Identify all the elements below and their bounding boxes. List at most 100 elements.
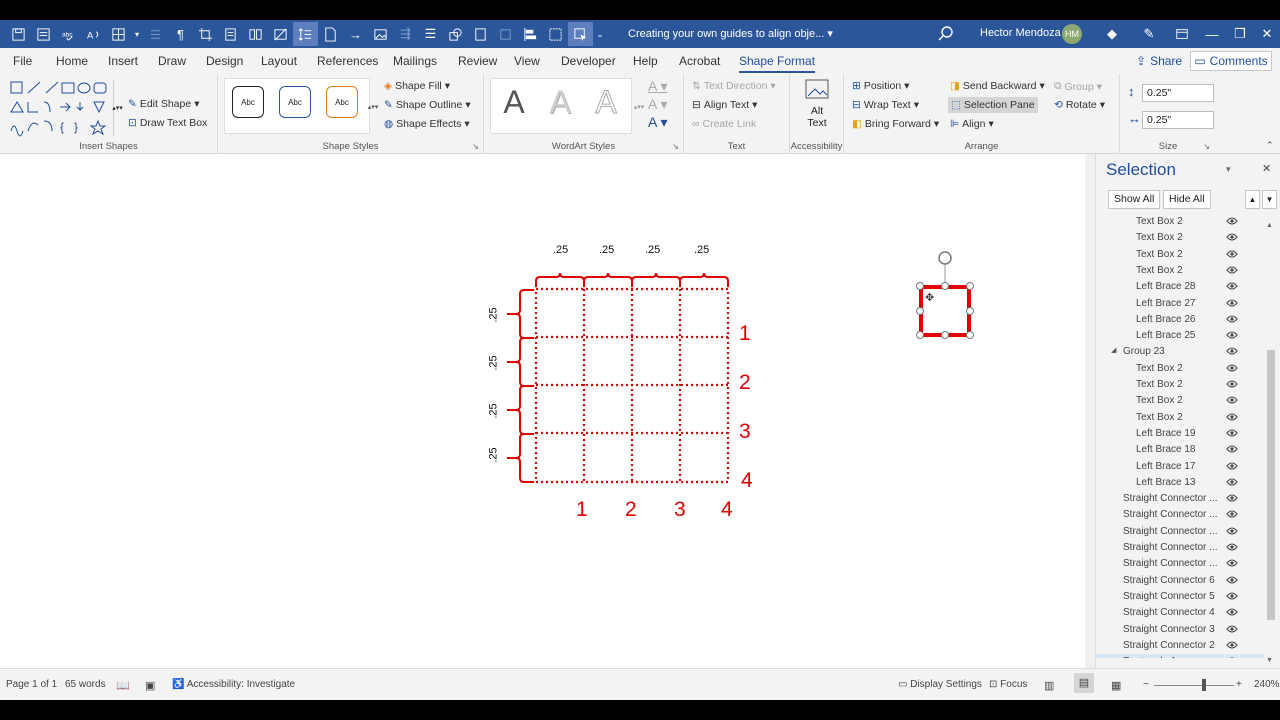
dotted-grid[interactable] xyxy=(534,287,730,484)
scroll-thumb[interactable] xyxy=(1267,350,1275,620)
send-backward-button[interactable]: ◨ Send Backward ▾ xyxy=(950,80,1045,92)
visibility-eye-icon[interactable] xyxy=(1226,493,1238,503)
visibility-eye-icon[interactable] xyxy=(1226,624,1238,634)
page-count[interactable]: Page 1 of 1 xyxy=(6,679,57,690)
selection-list-item[interactable]: Straight Connector ... xyxy=(1096,540,1264,556)
align-center-icon[interactable]: ☰ xyxy=(418,22,443,46)
word-count[interactable]: 65 words xyxy=(65,679,106,690)
print-layout-icon[interactable]: ▤ xyxy=(1074,673,1094,693)
zoom-in-icon[interactable]: + xyxy=(1236,679,1242,690)
comments-button[interactable]: ▭ Comments xyxy=(1190,51,1272,71)
visibility-eye-icon[interactable] xyxy=(1226,558,1238,568)
selection-list-item[interactable]: Text Box 2 xyxy=(1096,377,1264,393)
top-braces[interactable] xyxy=(535,272,729,287)
visibility-eye-icon[interactable] xyxy=(1226,298,1238,308)
scroll-up-icon[interactable]: ▲ xyxy=(1266,222,1273,229)
tab-mailings[interactable]: Mailings xyxy=(393,54,437,68)
visibility-eye-icon[interactable] xyxy=(1226,509,1238,519)
pane-options-icon[interactable]: ▾ xyxy=(1226,164,1231,175)
tab-references[interactable]: References xyxy=(317,54,378,68)
focus-mode[interactable]: ⊡ Focus xyxy=(989,679,1027,690)
selection-list-item[interactable]: Straight Connector 2 xyxy=(1096,638,1264,654)
tab-acrobat[interactable]: Acrobat xyxy=(679,54,720,68)
page-icon[interactable] xyxy=(218,22,243,46)
proofing-icon[interactable]: 📖 xyxy=(116,679,130,692)
visibility-eye-icon[interactable] xyxy=(1226,249,1238,259)
tab-developer[interactable]: Developer xyxy=(561,54,616,68)
col-number-3[interactable]: 3 xyxy=(674,498,686,522)
visibility-eye-icon[interactable] xyxy=(1226,216,1238,226)
dialog-launcher-icon[interactable]: ↘ xyxy=(472,142,479,151)
search-icon[interactable] xyxy=(937,25,955,43)
image-icon[interactable] xyxy=(368,22,393,46)
document-scrollbar[interactable] xyxy=(1085,154,1095,668)
zoom-slider-thumb[interactable] xyxy=(1202,679,1206,691)
ribbon-display-icon[interactable] xyxy=(1173,25,1191,43)
pilcrow-icon[interactable]: ¶ xyxy=(168,22,193,46)
selection-list-item[interactable]: Straight Connector ... xyxy=(1096,491,1264,507)
visibility-eye-icon[interactable] xyxy=(1226,444,1238,454)
visibility-eye-icon[interactable] xyxy=(1226,428,1238,438)
visibility-eye-icon[interactable] xyxy=(1226,461,1238,471)
selection-list-item[interactable]: Left Brace 25 xyxy=(1096,328,1264,344)
tab-design[interactable]: Design xyxy=(206,54,243,68)
bring-forward-button[interactable]: ◧ Bring Forward ▾ xyxy=(852,118,939,130)
selection-list-item[interactable]: Straight Connector 3 xyxy=(1096,622,1264,638)
zoom-level[interactable]: 240% xyxy=(1254,679,1280,690)
visibility-eye-icon[interactable] xyxy=(1226,656,1238,658)
restore-icon[interactable]: ❐ xyxy=(1231,25,1249,43)
visibility-eye-icon[interactable] xyxy=(1226,281,1238,291)
wordart-style-1[interactable]: A xyxy=(494,82,534,122)
wrap-text-button[interactable]: ⊟ Wrap Text ▾ xyxy=(852,99,919,111)
style-blue[interactable]: Abc xyxy=(279,86,311,118)
frame-icon[interactable] xyxy=(493,22,518,46)
tab-help[interactable]: Help xyxy=(633,54,658,68)
visibility-eye-icon[interactable] xyxy=(1226,232,1238,242)
shapes-gallery[interactable]: {} xyxy=(8,79,120,137)
side-label-4[interactable]: .25 xyxy=(488,447,500,462)
selection-pane-icon[interactable] xyxy=(568,22,593,46)
selection-list-item[interactable]: Left Brace 18 xyxy=(1096,442,1264,458)
selection-list-item[interactable]: Text Box 2 xyxy=(1096,230,1264,246)
selection-list-item[interactable]: Left Brace 13 xyxy=(1096,475,1264,491)
visibility-eye-icon[interactable] xyxy=(1226,542,1238,552)
rotate-handle-icon[interactable] xyxy=(938,251,952,265)
scroll-down-icon[interactable]: ▼ xyxy=(1266,657,1273,664)
show-all-button[interactable]: Show All xyxy=(1108,190,1161,209)
visibility-eye-icon[interactable] xyxy=(1226,526,1238,536)
selection-list-item[interactable]: Left Brace 26 xyxy=(1096,312,1264,328)
top-label-4[interactable]: .25 xyxy=(694,244,709,256)
shapes-icon[interactable] xyxy=(443,22,468,46)
selection-pane-button[interactable]: ⬚ Selection Pane xyxy=(948,97,1038,113)
visibility-eye-icon[interactable] xyxy=(1226,607,1238,617)
wordart-style-2[interactable]: A xyxy=(540,82,580,122)
col-number-2[interactable]: 2 xyxy=(625,498,637,522)
visibility-eye-icon[interactable] xyxy=(1226,591,1238,601)
visibility-eye-icon[interactable] xyxy=(1226,330,1238,340)
group-objects-icon[interactable] xyxy=(543,22,568,46)
left-braces[interactable] xyxy=(507,289,534,483)
shapes-scroll[interactable]: ▴▾▾ xyxy=(112,80,123,136)
indent-icon[interactable]: ⇶ xyxy=(393,22,418,46)
document-canvas[interactable]: ✥ .25 .25 .25 .25 .25 .25 .25 .25 1 2 3 … xyxy=(0,154,1085,668)
edit-shape-button[interactable]: ✎ Edit Shape ▾ xyxy=(128,98,199,110)
minimize-icon[interactable]: — xyxy=(1203,25,1221,43)
tab-file[interactable]: File xyxy=(13,54,32,68)
selection-list-item[interactable]: Left Brace 28 xyxy=(1096,279,1264,295)
text-fill-icon[interactable]: A ▾ xyxy=(648,78,667,95)
shape-outline-button[interactable]: ✎ Shape Outline ▾ xyxy=(384,99,471,111)
selection-list-item[interactable]: Straight Connector ... xyxy=(1096,556,1264,572)
selection-list-item[interactable]: Group 23 ◢ xyxy=(1096,344,1264,360)
visibility-eye-icon[interactable] xyxy=(1226,379,1238,389)
line-spacing-icon[interactable] xyxy=(293,22,318,46)
style-orange[interactable]: Abc xyxy=(326,86,358,118)
send-backward-pane-icon[interactable]: ▼ xyxy=(1262,190,1277,209)
macro-icon[interactable]: ▣ xyxy=(145,679,155,692)
no-image-icon[interactable] xyxy=(268,22,293,46)
visibility-eye-icon[interactable] xyxy=(1226,477,1238,487)
row-number-3[interactable]: 3 xyxy=(739,420,751,444)
tab-shape-format[interactable]: Shape Format xyxy=(739,54,816,73)
shape-effects-button[interactable]: ◍ Shape Effects ▾ xyxy=(384,118,470,130)
read-mode-icon[interactable]: ▥ xyxy=(1044,679,1054,692)
align-button[interactable]: ⊫ Align ▾ xyxy=(950,118,994,130)
